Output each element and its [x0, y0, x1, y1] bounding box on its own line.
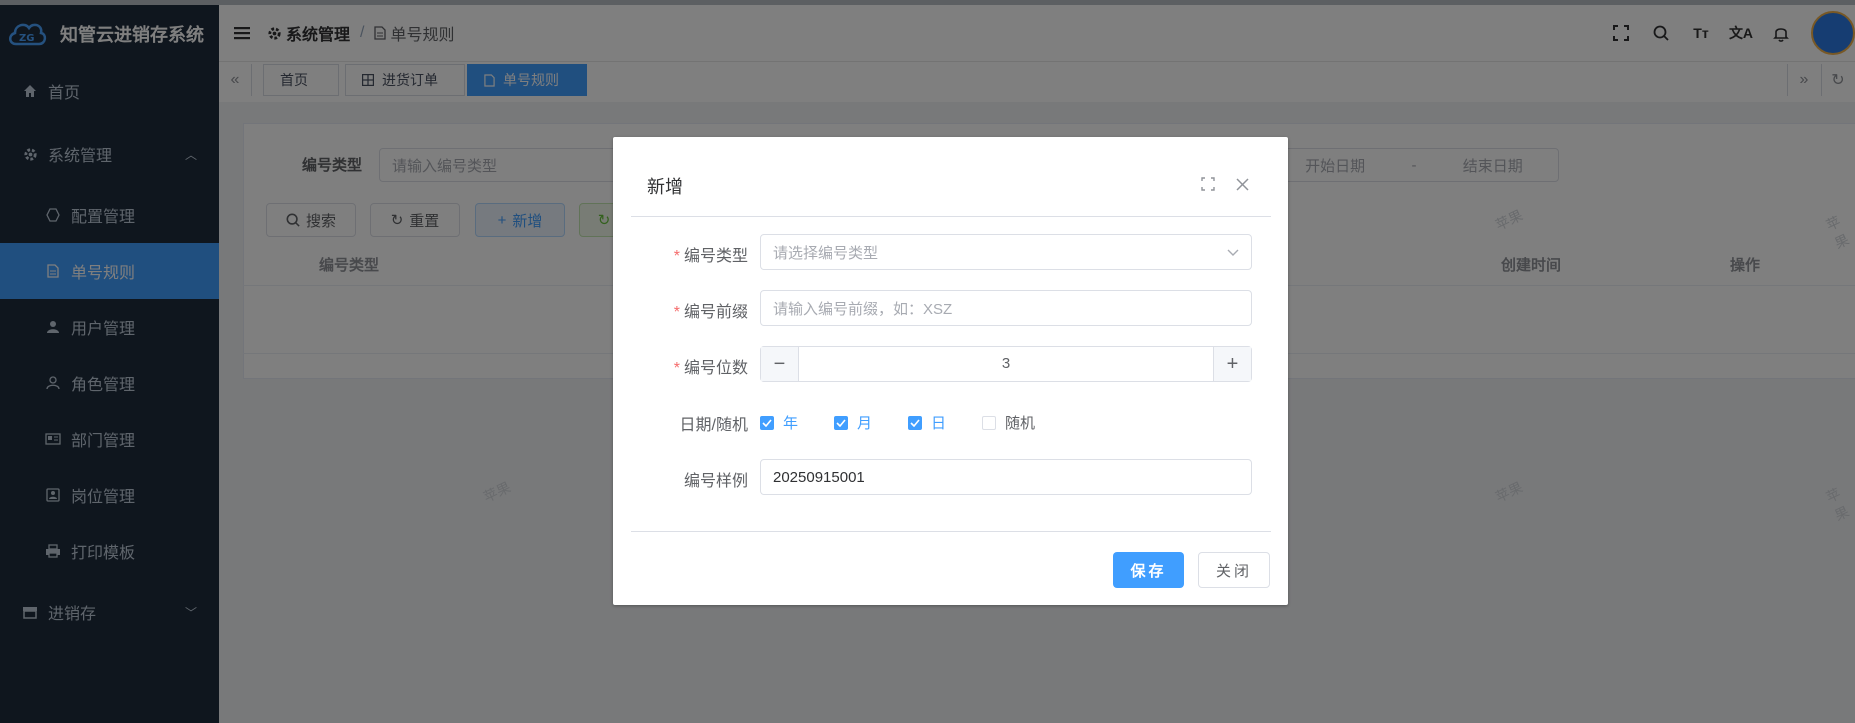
prefix-input[interactable]: 请输入编号前缀，如：XSZ [760, 290, 1252, 326]
digits-stepper: − 3 + [760, 346, 1252, 382]
date-random-group: 年 月 日 随机 [760, 412, 1252, 432]
type-label: * 编号类型 [673, 248, 748, 265]
check-icon [834, 415, 848, 430]
sample-field[interactable]: 20250915001 [760, 459, 1252, 495]
date-random-label: 日期/随机 [679, 417, 748, 434]
dialog-divider [631, 216, 1271, 217]
checkbox-month[interactable]: 月 [834, 412, 872, 433]
increase-button[interactable]: + [1213, 347, 1251, 381]
chevron-down-icon [1227, 244, 1239, 261]
type-select[interactable]: 请选择编号类型 [760, 234, 1252, 270]
checkbox-year[interactable]: 年 [760, 412, 798, 433]
checkbox-day[interactable]: 日 [908, 412, 946, 433]
save-button[interactable]: 保存 [1113, 552, 1184, 588]
maximize-icon[interactable] [1199, 175, 1217, 193]
sample-label: 编号样例 [683, 473, 748, 490]
check-icon [908, 415, 922, 430]
checkbox-random[interactable]: 随机 [982, 412, 1035, 433]
digits-value[interactable]: 3 [799, 347, 1213, 381]
close-icon[interactable] [1233, 175, 1251, 193]
check-icon [760, 415, 774, 430]
digits-label: * 编号位数 [673, 360, 748, 377]
dialog-title: 新增 [647, 177, 683, 197]
decrease-button[interactable]: − [761, 347, 799, 381]
dialog-divider [631, 531, 1271, 532]
add-dialog: 新增 * 编号类型 请选择编号类型 * 编号前缀 请输入编号前缀，如：XSZ * 编号… [613, 137, 1288, 605]
close-button[interactable]: 关闭 [1198, 552, 1270, 588]
prefix-label: * 编号前缀 [673, 304, 748, 321]
